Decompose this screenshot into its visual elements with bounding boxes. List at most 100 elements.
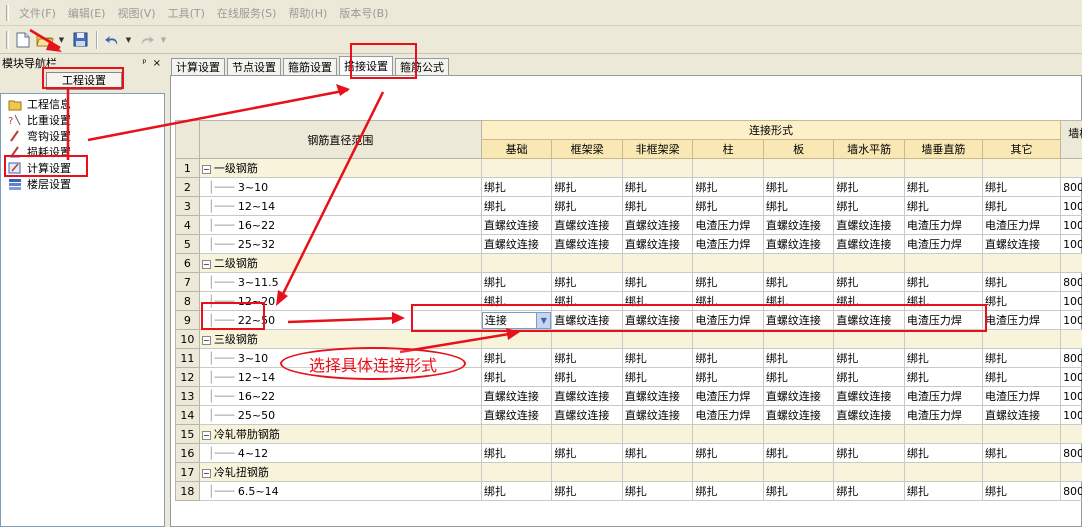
conn-cell[interactable]: 电渣压力焊 xyxy=(981,310,1062,330)
conn-cell[interactable]: 绑扎 xyxy=(692,177,764,197)
conn-cell[interactable]: 绑扎 xyxy=(833,177,905,197)
length-cell[interactable]: 8000 xyxy=(1060,272,1082,292)
conn-cell[interactable]: 直螺纹连接 xyxy=(833,215,905,235)
conn-cell[interactable]: 绑扎 xyxy=(981,196,1062,216)
conn-cell[interactable]: 绑扎 xyxy=(621,481,694,501)
group-label-cell[interactable]: − 冷轧扭钢筋 xyxy=(198,462,482,482)
conn-cell[interactable]: 绑扎 xyxy=(551,443,623,463)
range-cell[interactable]: │─── 16~22 xyxy=(198,386,482,406)
conn-cell[interactable]: 直螺纹连接 xyxy=(621,215,694,235)
collapse-icon[interactable]: − xyxy=(201,468,211,478)
conn-cell[interactable]: 电渣压力焊 xyxy=(903,405,983,425)
collapse-icon[interactable]: − xyxy=(201,259,211,269)
conn-cell[interactable]: 绑扎 xyxy=(762,481,835,501)
conn-cell[interactable]: 绑扎 xyxy=(621,272,694,292)
conn-cell[interactable]: 绑扎 xyxy=(551,348,623,368)
length-cell[interactable]: 10000 xyxy=(1060,196,1082,216)
menu-edit[interactable]: 编辑(E) xyxy=(62,5,112,21)
conn-cell[interactable]: 直螺纹连接 xyxy=(621,234,694,254)
conn-cell[interactable]: 绑扎 xyxy=(981,348,1062,368)
conn-cell[interactable]: 绑扎 xyxy=(480,348,553,368)
conn-cell[interactable]: 绑扎 xyxy=(903,177,983,197)
conn-cell[interactable]: 绑扎 xyxy=(551,177,623,197)
length-cell[interactable]: 10000 xyxy=(1060,405,1082,425)
conn-cell[interactable]: 电渣压力焊 xyxy=(692,386,764,406)
conn-cell[interactable]: 绑扎 xyxy=(762,348,835,368)
collapse-icon[interactable]: − xyxy=(201,430,211,440)
range-cell[interactable]: │─── 25~50 xyxy=(198,405,482,425)
length-cell[interactable]: 8000 xyxy=(1060,481,1082,501)
menu-online-service[interactable]: 在线服务(S) xyxy=(211,5,283,21)
conn-cell[interactable]: 绑扎 xyxy=(833,196,905,216)
length-cell[interactable]: 10000 xyxy=(1060,215,1082,235)
length-cell[interactable]: 8000 xyxy=(1060,443,1082,463)
conn-cell[interactable]: 绑扎 xyxy=(903,443,983,463)
conn-cell[interactable]: 绑扎 xyxy=(480,367,553,387)
conn-cell[interactable]: 直螺纹连接 xyxy=(981,234,1062,254)
conn-cell[interactable]: 直螺纹连接 xyxy=(762,234,835,254)
conn-cell[interactable]: 绑扎 xyxy=(903,272,983,292)
group-label-cell[interactable]: − 三级钢筋 xyxy=(198,329,482,349)
range-cell[interactable]: │─── 12~14 xyxy=(198,196,482,216)
conn-cell[interactable]: 绑扎 xyxy=(762,272,835,292)
tree-item-project-info[interactable]: 工程信息 xyxy=(7,96,71,112)
range-cell[interactable]: │─── 16~22 xyxy=(198,215,482,235)
conn-cell[interactable]: 绑扎 xyxy=(981,367,1062,387)
conn-cell[interactable]: 绑扎 xyxy=(480,443,553,463)
conn-cell[interactable]: 电渣压力焊 xyxy=(981,386,1062,406)
menu-tools[interactable]: 工具(T) xyxy=(162,5,211,21)
conn-cell[interactable]: 绑扎 xyxy=(833,443,905,463)
conn-cell[interactable]: 绑扎 xyxy=(981,291,1062,311)
conn-cell[interactable]: 电渣压力焊 xyxy=(692,215,764,235)
conn-cell[interactable]: 绑扎 xyxy=(981,443,1062,463)
conn-cell[interactable]: 绑扎 xyxy=(903,348,983,368)
redo-dropdown-icon[interactable]: ▼ xyxy=(159,30,168,50)
length-cell[interactable]: 10000 xyxy=(1060,367,1082,387)
conn-cell[interactable]: 绑扎 xyxy=(692,348,764,368)
length-cell[interactable]: 8000 xyxy=(1060,177,1082,197)
conn-cell[interactable]: 电渣压力焊 xyxy=(903,386,983,406)
conn-cell[interactable]: 绑扎 xyxy=(762,443,835,463)
conn-cell[interactable]: 绑扎 xyxy=(621,443,694,463)
group-label-cell[interactable]: − 一级钢筋 xyxy=(198,158,482,178)
redo-icon[interactable] xyxy=(137,30,157,50)
length-cell[interactable]: 10000 xyxy=(1060,291,1082,311)
conn-cell[interactable]: 绑扎 xyxy=(621,348,694,368)
conn-cell[interactable]: 绑扎 xyxy=(692,272,764,292)
conn-cell[interactable]: 绑扎 xyxy=(621,367,694,387)
conn-cell[interactable]: 绑扎 xyxy=(692,196,764,216)
collapse-icon[interactable]: − xyxy=(201,164,211,174)
conn-cell[interactable]: 绑扎 xyxy=(621,177,694,197)
tree-item-floor[interactable]: 楼层设置 xyxy=(7,176,71,192)
save-icon[interactable] xyxy=(70,30,90,50)
conn-cell[interactable]: 直螺纹连接 xyxy=(762,386,835,406)
tree-item-hook[interactable]: 弯钩设置 xyxy=(7,128,71,144)
open-dropdown-icon[interactable]: ▼ xyxy=(57,30,66,50)
conn-cell[interactable]: 绑扎 xyxy=(551,272,623,292)
range-cell[interactable]: │─── 6.5~14 xyxy=(198,481,482,501)
conn-cell[interactable]: 绑扎 xyxy=(833,272,905,292)
conn-cell[interactable]: 直螺纹连接 xyxy=(480,234,553,254)
conn-cell[interactable]: 绑扎 xyxy=(981,481,1062,501)
range-cell[interactable]: │─── 3~10 xyxy=(198,177,482,197)
conn-cell[interactable]: 绑扎 xyxy=(551,481,623,501)
conn-cell[interactable]: 绑扎 xyxy=(480,177,553,197)
conn-cell[interactable]: 直螺纹连接 xyxy=(480,386,553,406)
menu-file[interactable]: 文件(F) xyxy=(13,5,62,21)
conn-cell[interactable]: 绑扎 xyxy=(621,196,694,216)
conn-cell[interactable]: 直螺纹连接 xyxy=(551,386,623,406)
tab-calc-settings[interactable]: 计算设置 xyxy=(171,58,225,76)
conn-cell[interactable]: 绑扎 xyxy=(903,481,983,501)
tab-stirrup-settings[interactable]: 箍筋设置 xyxy=(283,58,337,76)
close-icon[interactable]: × xyxy=(153,58,161,69)
conn-cell[interactable]: 绑扎 xyxy=(981,177,1062,197)
menu-help[interactable]: 帮助(H) xyxy=(282,5,333,21)
conn-cell[interactable]: 绑扎 xyxy=(480,481,553,501)
conn-cell[interactable]: 绑扎 xyxy=(692,443,764,463)
conn-cell[interactable]: 电渣压力焊 xyxy=(903,215,983,235)
tab-node-settings[interactable]: 节点设置 xyxy=(227,58,281,76)
length-cell[interactable]: 10000 xyxy=(1060,234,1082,254)
conn-cell[interactable]: 电渣压力焊 xyxy=(981,215,1062,235)
conn-cell[interactable]: 绑扎 xyxy=(480,272,553,292)
conn-cell[interactable]: 绑扎 xyxy=(762,367,835,387)
